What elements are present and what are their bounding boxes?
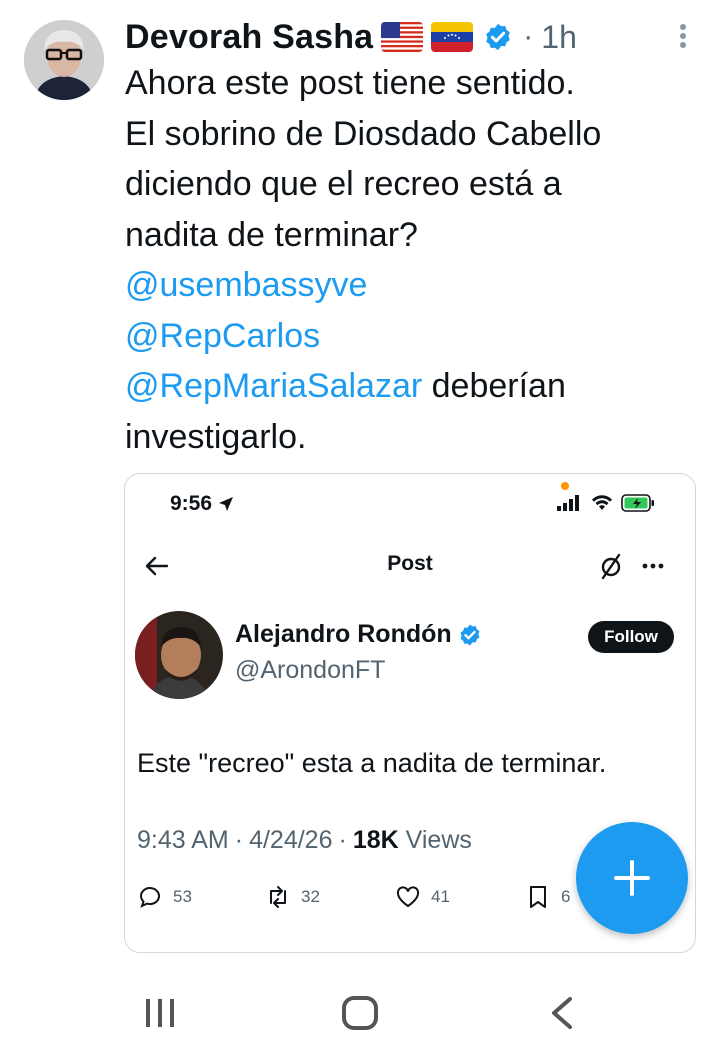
status-icons <box>557 494 655 512</box>
verified-icon <box>486 23 511 51</box>
recent-apps-icon[interactable] <box>142 995 178 1031</box>
like-count: 41 <box>431 887 450 906</box>
tweet-text-fragment: deberían <box>422 367 566 405</box>
bookmark-action[interactable]: 6 <box>525 884 570 910</box>
more-horiz-icon[interactable] <box>639 552 667 580</box>
nav-back-icon[interactable] <box>548 995 576 1031</box>
views-count: 18K <box>352 826 399 854</box>
reply-count: 53 <box>173 887 192 906</box>
views-label: Views <box>405 826 472 854</box>
embedded-author-row: Alejandro Rondón <box>235 620 482 649</box>
separator-dot: · <box>523 20 534 53</box>
venezuela-flag-icon <box>431 22 474 52</box>
bookmark-icon <box>530 886 546 908</box>
separator-dot: · <box>338 826 347 854</box>
repost-action[interactable]: 32 <box>265 884 320 910</box>
grok-slash-icon[interactable] <box>597 552 625 580</box>
author-name[interactable]: Devorah Sasha <box>125 18 373 57</box>
mention-link[interactable]: @RepCarlos <box>125 317 320 355</box>
plus-icon <box>614 860 650 896</box>
embedded-post-text: Este "recreo" esta a nadita de terminar. <box>137 748 607 778</box>
reply-icon <box>139 887 160 908</box>
follow-button[interactable]: Follow <box>588 621 674 653</box>
tweet-text-line: El sobrino de Diosdado Cabello <box>125 114 602 153</box>
post-meta: 9:43 AM · 4/24/26 · 18K Views <box>137 826 472 855</box>
battery-icon <box>621 494 654 512</box>
mention-link[interactable]: @usembassyve <box>125 266 367 304</box>
status-time-text: 9:56 <box>170 492 213 515</box>
tweet-author-row: Devorah Sasha · 1h <box>125 14 577 60</box>
tweet-text-line: nadita de terminar? <box>125 215 418 254</box>
home-icon[interactable] <box>340 993 380 1033</box>
us-flag-icon <box>381 22 424 52</box>
tweet-time[interactable]: 1h <box>541 19 577 56</box>
embedded-author-handle[interactable]: @ArondonFT <box>235 656 385 685</box>
author-avatar[interactable] <box>24 20 104 100</box>
more-vert-icon[interactable] <box>676 22 690 50</box>
tweet-text-line: Ahora este post tiene sentido. <box>125 64 575 102</box>
repost-icon <box>270 886 286 908</box>
signal-icon <box>557 495 579 511</box>
like-action[interactable]: 41 <box>395 884 450 910</box>
reply-action[interactable]: 53 <box>137 884 192 910</box>
wifi-icon <box>592 495 612 510</box>
status-bar-time: 9:56 <box>170 492 236 516</box>
privacy-indicator-dot <box>561 482 569 490</box>
tweet-text: Ahora este post tiene sentido. El sobrin… <box>125 58 695 462</box>
separator-dot: · <box>234 826 244 854</box>
embedded-author-avatar[interactable] <box>135 611 223 699</box>
mention-link[interactable]: @RepMariaSalazar <box>125 367 422 405</box>
location-arrow-icon <box>219 497 234 511</box>
embedded-author-name[interactable]: Alejandro Rondón <box>235 620 452 649</box>
post-time: 9:43 AM <box>137 826 229 854</box>
tweet-text-line: diciendo que el recreo está a <box>125 165 562 203</box>
repost-count: 32 <box>301 887 320 906</box>
bookmark-count: 6 <box>561 887 571 906</box>
verified-icon <box>460 624 480 645</box>
like-icon <box>396 886 420 908</box>
tweet-text-line: investigarlo. <box>125 417 307 456</box>
compose-fab[interactable] <box>576 822 688 934</box>
post-date: 4/24/26 <box>249 826 333 854</box>
